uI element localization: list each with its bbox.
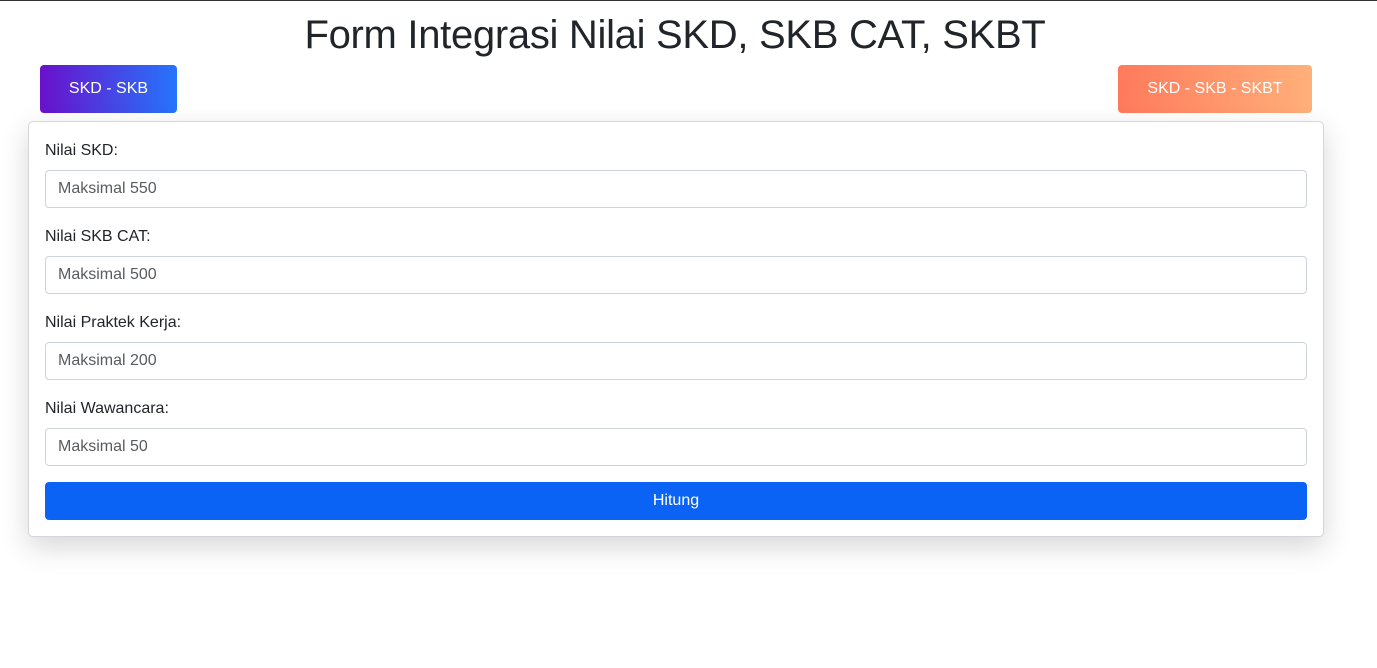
skb-cat-label: Nilai SKB CAT:	[45, 228, 151, 245]
skd-input[interactable]	[45, 170, 1307, 208]
praktek-kerja-label: Nilai Praktek Kerja:	[45, 314, 182, 331]
skd-skb-skbt-button[interactable]: SKD - SKB - SKBT	[1118, 65, 1312, 113]
page-title: Form Integrasi Nilai SKD, SKB CAT, SKBT	[304, 13, 1046, 57]
praktek-kerja-input[interactable]	[45, 342, 1307, 380]
skb-cat-input[interactable]	[45, 256, 1307, 294]
skd-label: Nilai SKD:	[45, 142, 118, 159]
wawancara-label: Nilai Wawancara:	[45, 400, 169, 417]
hitung-button[interactable]: Hitung	[45, 482, 1307, 520]
wawancara-input[interactable]	[45, 428, 1307, 466]
score-form-card: Nilai SKD: Nilai SKB CAT: Nilai Praktek …	[28, 121, 1324, 537]
skd-skb-button[interactable]: SKD - SKB	[40, 65, 177, 113]
top-border-line	[0, 0, 1377, 1]
